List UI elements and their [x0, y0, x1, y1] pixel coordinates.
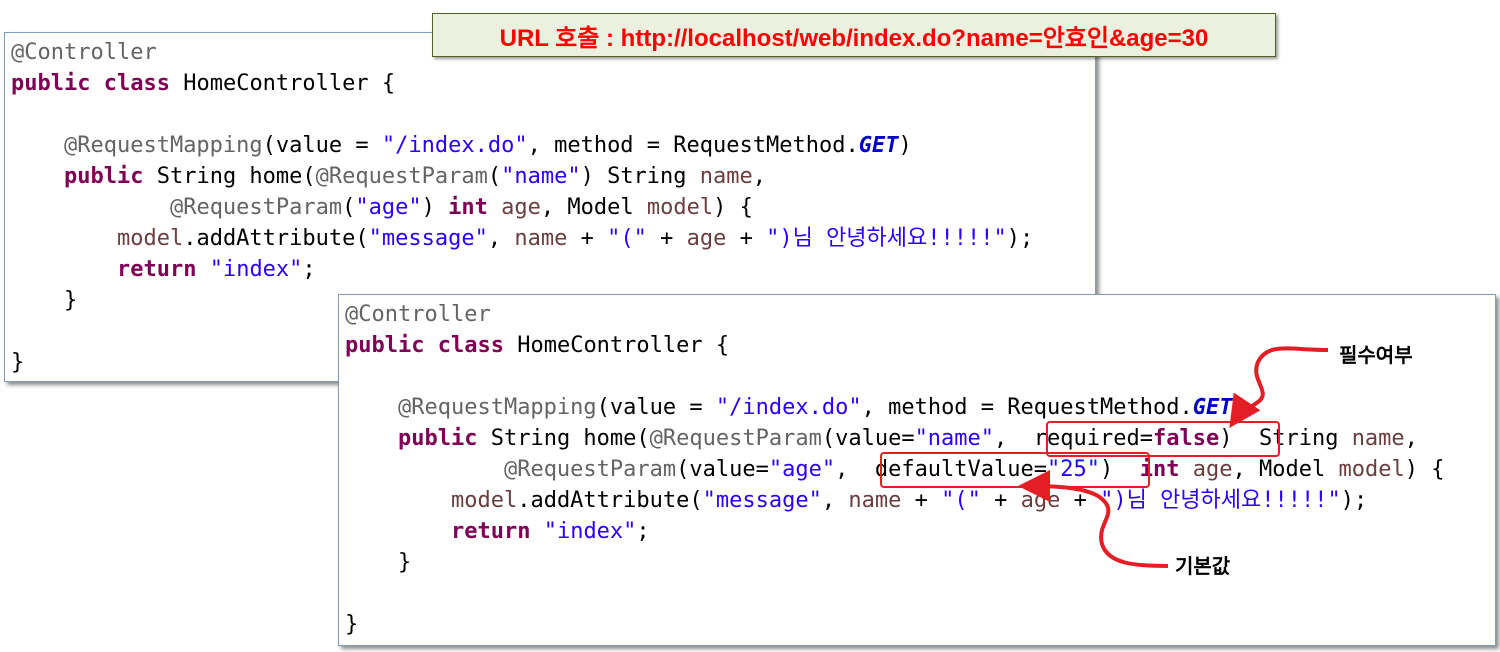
default-callout-label: 기본값: [1175, 556, 1231, 578]
required-callout-arrow: [1229, 346, 1329, 428]
default-callout-arrow: [1018, 470, 1169, 568]
callout-arrows: [1018, 346, 1329, 568]
required-callout-label: 필수여부: [1339, 345, 1413, 367]
